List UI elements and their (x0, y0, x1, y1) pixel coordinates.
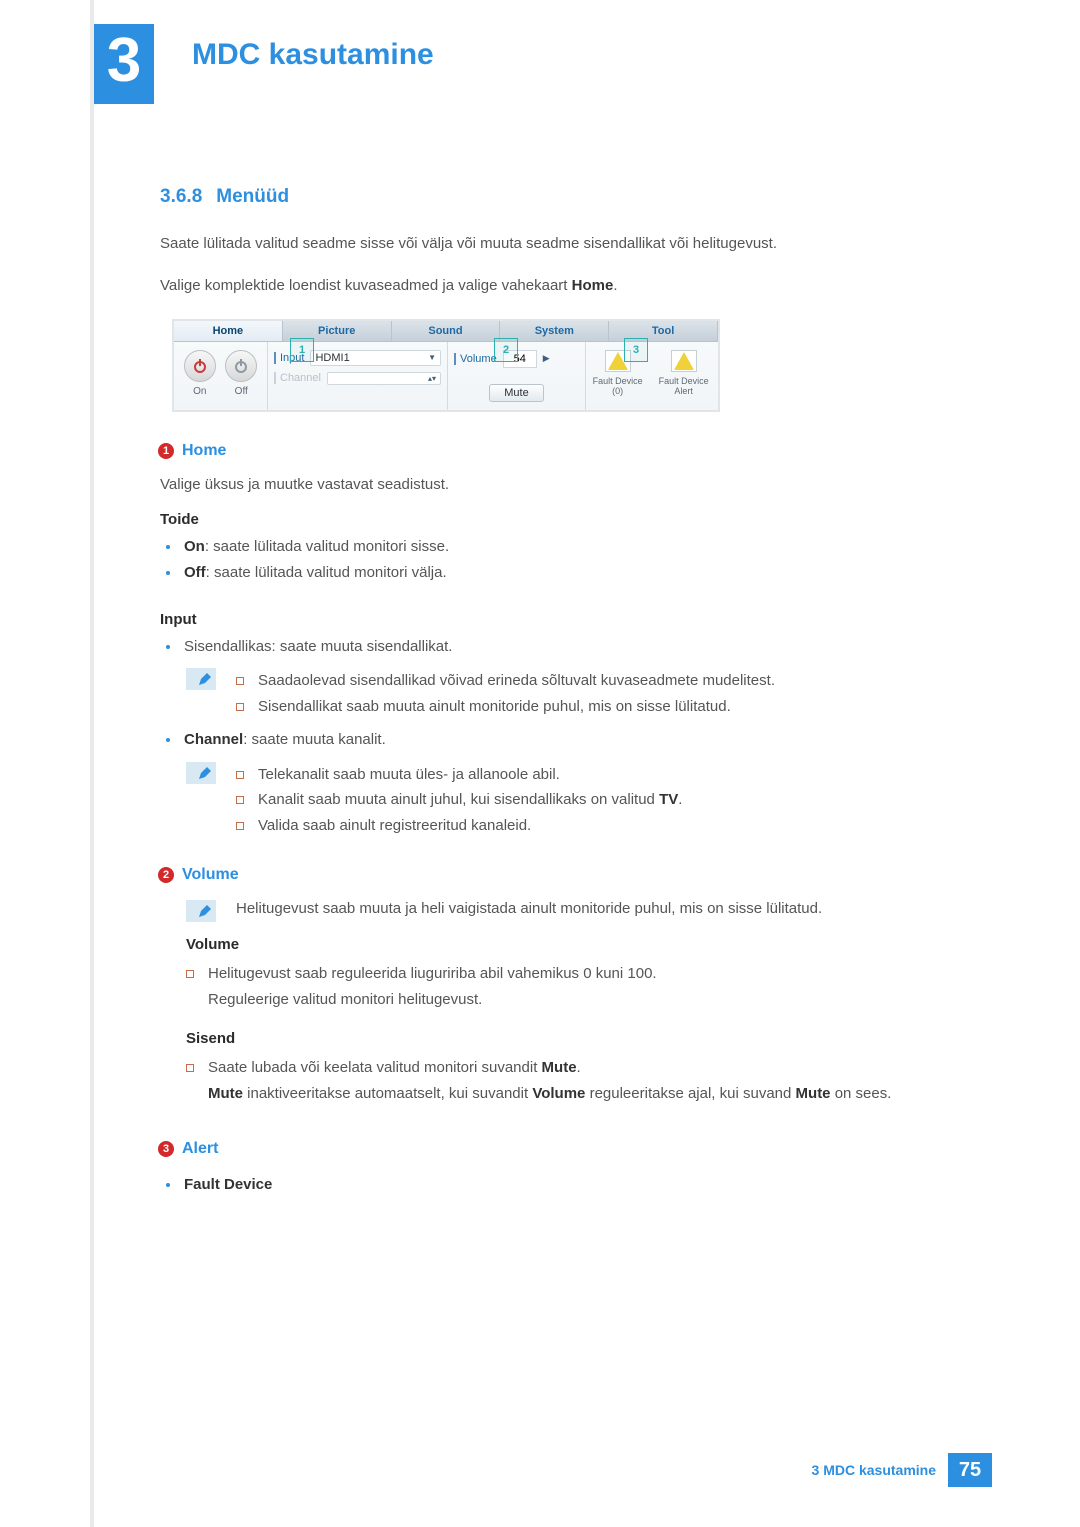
channel-spin[interactable]: ▴▾ (327, 372, 441, 385)
tab-sound[interactable]: Sound (392, 321, 501, 341)
section-heading: 3.6.8 Menüüd (160, 186, 940, 208)
alert-icon (674, 352, 694, 370)
power-on-button[interactable]: On (180, 350, 220, 402)
callout-badge-2: 2 (158, 867, 174, 883)
input-list: Sisendallikas: saate muuta sisendallikat… (160, 636, 940, 659)
footer-text: 3 MDC kasutamine (812, 1462, 936, 1478)
alert-icon (608, 352, 628, 370)
fault-device-count[interactable]: Fault Device (0) (592, 350, 643, 398)
volume-general-note: Helitugevust saab muuta ja heli vaigista… (186, 900, 940, 922)
tab-home[interactable]: Home (174, 321, 283, 341)
ui-tabs: Home Picture Sound System Tool (174, 321, 718, 342)
sub-heading-home: 1 Home (158, 442, 940, 460)
chapter-number: 3 (107, 30, 141, 92)
sidebar-stripe (90, 0, 94, 1527)
channel-note: Telekanalit saab muuta üles- ja allanool… (186, 762, 940, 839)
sub-heading-alert: 3 Alert (158, 1140, 940, 1158)
toide-list: On: saate lülitada valitud monitori siss… (160, 536, 940, 585)
power-column: On Off (174, 342, 268, 410)
chapter-tab: 3 (94, 24, 154, 104)
volume-label: Volume (454, 353, 497, 365)
tab-tool[interactable]: Tool (609, 321, 718, 341)
channel-label: Channel (274, 372, 321, 384)
power-off-icon (225, 350, 257, 382)
note-icon (186, 762, 216, 784)
input-column: Input HDMI1 ▼ Channel ▴▾ (268, 342, 448, 410)
ui-screenshot: Home Picture Sound System Tool On Off (172, 319, 720, 412)
content: 3.6.8 Menüüd Saate lülitada valitud seadm… (160, 186, 940, 1201)
power-on-icon (184, 350, 216, 382)
input-note: Saadaolevad sisendallikad võivad erineda… (186, 668, 940, 719)
volume-heading: Volume (186, 936, 940, 953)
intro-1: Saate lülitada valitud seadme sisse või … (160, 234, 940, 254)
section-number: 3.6.8 (160, 186, 202, 208)
home-intro: Valige üksus ja muutke vastavat seadistu… (160, 476, 940, 493)
intro-2: Valige komplektide loendist kuvaseadmed … (160, 276, 940, 296)
chapter-title: MDC kasutamine (192, 38, 434, 72)
power-off-button[interactable]: Off (222, 350, 262, 402)
input-heading: Input (160, 611, 940, 628)
section-title: Menüüd (216, 186, 289, 207)
input-label: Input (274, 352, 304, 364)
volume-column: Volume 54 ▶ Mute (448, 342, 586, 410)
volume-list: Helitugevust saab reguleerida liuguririb… (186, 961, 940, 1012)
note-icon (186, 668, 216, 690)
mute-button[interactable]: Mute (489, 384, 543, 402)
footer: 3 MDC kasutamine 75 (812, 1453, 992, 1487)
fault-device-alert[interactable]: Fault Device Alert (655, 350, 712, 398)
alert-list: Fault Device (160, 1174, 940, 1197)
tab-system[interactable]: System (500, 321, 609, 341)
footer-page-number: 75 (948, 1453, 992, 1487)
spinner-icon: ▴▾ (428, 374, 436, 383)
note-icon (186, 900, 216, 922)
sisend-list: Saate lubada või keelata valitud monitor… (186, 1055, 940, 1106)
chevron-down-icon: ▼ (428, 353, 436, 362)
input-combo[interactable]: HDMI1 ▼ (310, 350, 441, 366)
callout-badge-1: 1 (158, 443, 174, 459)
alert-column: Fault Device (0) Fault Device Alert (586, 342, 718, 410)
tab-picture[interactable]: Picture (283, 321, 392, 341)
sisend-heading: Sisend (186, 1030, 940, 1047)
callout-badge-3: 3 (158, 1141, 174, 1157)
volume-arrow-icon[interactable]: ▶ (543, 353, 550, 364)
channel-list: Channel: saate muuta kanalit. (160, 729, 940, 752)
sub-heading-volume: 2 Volume (158, 866, 940, 884)
volume-value[interactable]: 54 (503, 350, 537, 368)
toide-heading: Toide (160, 511, 940, 528)
